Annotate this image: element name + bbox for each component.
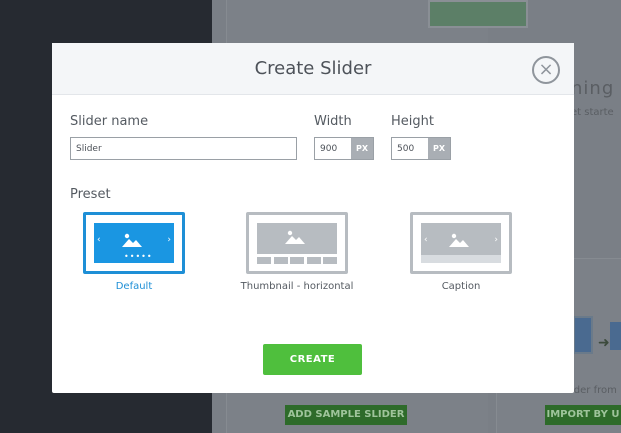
modal-header: Create Slider × <box>52 43 574 95</box>
background-device-icon-2 <box>610 322 621 350</box>
preset-default-preview: ‹ › ••••• <box>94 223 174 263</box>
thumbnail-strip <box>257 257 337 264</box>
preset-thumbnail-preview <box>257 223 337 254</box>
chevron-left-icon: ‹ <box>424 235 428 245</box>
image-icon <box>122 233 142 247</box>
preset-caption[interactable]: ‹ › <box>410 212 512 274</box>
preset-label: Preset <box>70 187 111 202</box>
preset-thumbnail-horizontal[interactable] <box>246 212 348 274</box>
thumbnail-item <box>257 257 271 264</box>
close-icon[interactable]: × <box>532 56 560 84</box>
height-field: PX <box>391 137 451 160</box>
background-footer-text: ider from <box>571 385 617 396</box>
chevron-right-icon: › <box>494 235 498 245</box>
width-unit: PX <box>351 138 373 159</box>
pagination-dots-icon: ••••• <box>124 252 153 261</box>
create-button[interactable]: CREATE <box>263 344 362 375</box>
slider-name-label: Slider name <box>70 114 149 129</box>
create-slider-modal: Create Slider × Slider name Width PX Hei… <box>52 43 574 393</box>
chevron-left-icon: ‹ <box>97 235 101 245</box>
chevron-right-icon: › <box>167 235 171 245</box>
background-arrow-icon: ➜ <box>598 335 610 351</box>
background-subtext: et starte <box>571 107 614 118</box>
image-icon <box>285 230 305 244</box>
thumbnail-item <box>290 257 304 264</box>
height-unit: PX <box>428 138 450 159</box>
thumbnail-item <box>306 257 321 264</box>
preset-caption-preview: ‹ › <box>421 223 501 263</box>
preset-thumbnail-label: Thumbnail - horizontal <box>240 281 354 292</box>
height-label: Height <box>391 114 434 129</box>
preset-default[interactable]: ‹ › ••••• <box>83 212 185 274</box>
width-label: Width <box>314 114 352 129</box>
background-heading: ning p <box>571 78 621 99</box>
thumbnail-item <box>323 257 337 264</box>
width-input[interactable] <box>315 138 351 159</box>
background-device-icon <box>573 316 593 354</box>
image-icon <box>449 233 469 247</box>
height-input[interactable] <box>392 138 428 159</box>
background-thumbnail <box>428 0 528 28</box>
preset-default-label: Default <box>115 281 153 292</box>
modal-title: Create Slider <box>254 58 372 79</box>
add-sample-slider-button: ADD SAMPLE SLIDER <box>285 405 407 425</box>
import-button: IMPORT BY U <box>545 405 621 425</box>
caption-bar <box>421 255 501 263</box>
thumbnail-item <box>273 257 288 264</box>
preset-caption-label: Caption <box>441 281 481 292</box>
width-field: PX <box>314 137 374 160</box>
slider-name-input[interactable] <box>70 137 297 160</box>
